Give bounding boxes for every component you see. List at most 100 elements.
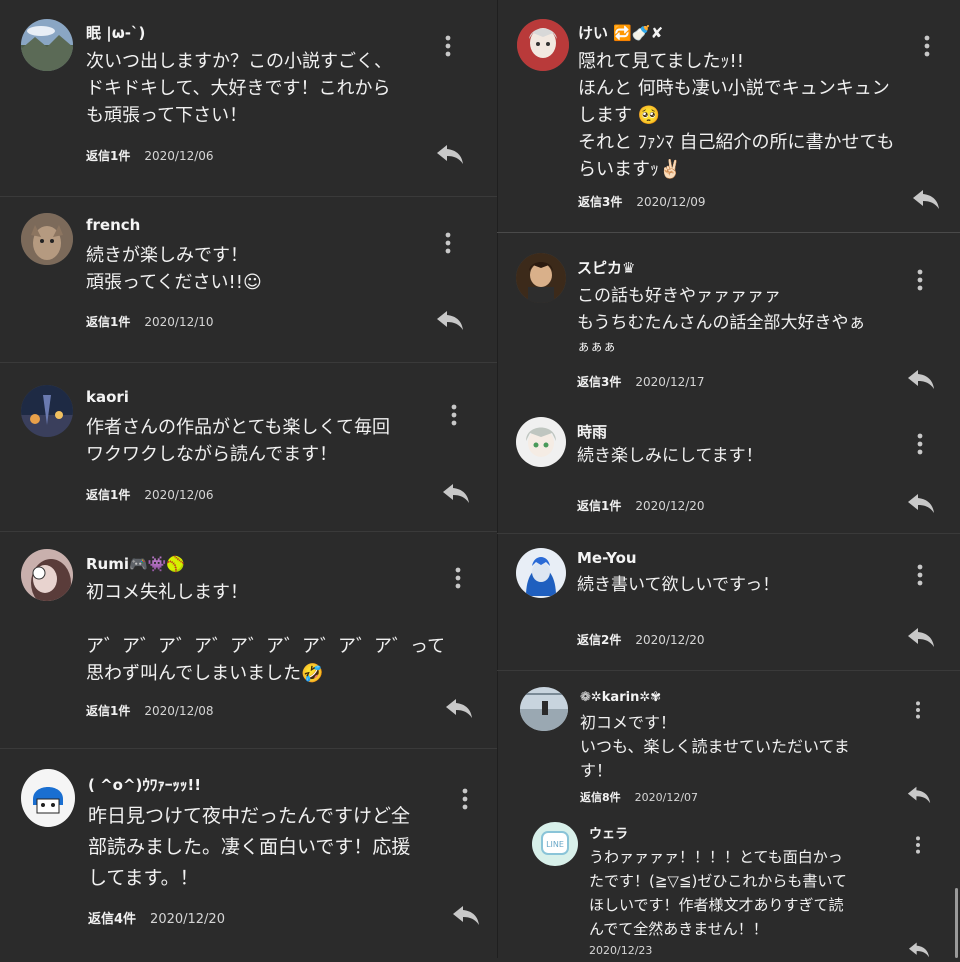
comment-date: 2020/12/23 [589,944,653,957]
reply-arrow-icon[interactable] [436,143,464,165]
comment-text: うわァァァァ！！！！とても面白かっ たです！(≧▽≦)ゼひこれからも書いて ほし… [589,848,847,938]
commenter-name[interactable]: Rumi🎮👾🥎 [86,555,185,573]
avatar[interactable] [21,19,73,71]
commenter-name[interactable]: french [86,216,140,234]
reply-arrow-icon[interactable] [907,941,931,958]
comment-card: 時雨 続き楽しみにしてます！ 返信1件 2020/12/20 [497,395,960,534]
more-options-icon[interactable] [911,835,925,855]
reply-arrow-icon[interactable] [452,904,480,926]
commenter-name[interactable]: ウェラ [589,823,628,842]
replies-count-link[interactable]: 返信1件 [86,704,130,718]
commenter-name[interactable]: ( ^o^)ｳﾜｧｰｯｯ!! [88,774,201,795]
more-options-icon[interactable] [450,566,466,590]
reply-arrow-icon[interactable] [907,492,935,514]
comments-column-left: 眠 |ω-`) 次いつ出しますか？この小説すごく、 ドキドキして、大好きです！こ… [0,0,497,958]
replies-count-link[interactable]: 返信1件 [86,315,130,329]
comment-text: 次いつ出しますか？この小説すごく、 ドキドキして、大好きです！これから も頑張っ… [86,51,392,126]
replies-count-link[interactable]: 返信3件 [577,375,621,389]
comment-meta: 返信1件 2020/12/06 [86,486,214,503]
avatar[interactable] [516,548,566,598]
commenter-name[interactable]: けい 🔁🍼✘ [578,22,663,43]
comment-meta: 返信1件 2020/12/10 [86,313,214,330]
comment-card: スピカ♛ この話も好きやァァァァァ もうちむたんさんの話全部大好きやぁ ぁぁぁ … [497,233,960,395]
commenter-name[interactable]: kaori [86,388,129,406]
comment-text: この話も好きやァァァァァ もうちむたんさんの話全部大好きやぁ ぁぁぁ [577,286,866,355]
comment-card: けい 🔁🍼✘ 隠れて見てましたｯ!! ほんと 何時も凄い小説でキュンキュン しま… [497,0,960,233]
comment-date: 2020/12/08 [144,704,214,718]
comment-meta: 返信8件 2020/12/07 [580,789,698,805]
commenter-name[interactable]: Me-You [577,549,637,567]
replies-count-link[interactable]: 返信1件 [577,499,621,513]
comment-date: 2020/12/20 [635,499,705,513]
comment-date: 2020/12/20 [635,633,705,647]
comment-meta: 返信2件 2020/12/20 [577,631,705,648]
reply-card: LINE ウェラ うわァァァァ！！！！とても面白かっ たです！(≧▽≦)ゼひこれ… [497,811,960,958]
comment-date: 2020/12/10 [144,315,214,329]
comment-card: Me-You 続き書いて欲しいですっ！ 返信2件 2020/12/20 [497,534,960,671]
comment-date: 2020/12/09 [636,195,706,209]
avatar[interactable] [520,687,568,731]
replies-count-link[interactable]: 返信1件 [86,488,130,502]
more-options-icon[interactable] [911,700,925,720]
comment-meta: 返信1件 2020/12/06 [86,147,214,164]
reply-arrow-icon[interactable] [907,368,935,390]
more-options-icon[interactable] [912,268,928,292]
comment-meta: 返信4件 2020/12/20 [88,908,225,927]
replies-count-link[interactable]: 返信2件 [577,633,621,647]
comment-meta: 返信1件 2020/12/08 [86,702,214,719]
more-options-icon[interactable] [446,403,462,427]
replies-count-link[interactable]: 返信1件 [86,149,130,163]
comment-card: french 続きが楽しみです！ 頑張ってください!!☺ 返信1件 2020/12… [0,197,497,363]
commenter-name[interactable]: 時雨 [577,421,607,442]
comment-card: ❁✲karin✲✾ 初コメです！ いつも、楽しく読ませていただいてま す！ 返信… [497,671,960,811]
comments-column-right: けい 🔁🍼✘ 隠れて見てましたｯ!! ほんと 何時も凄い小説でキュンキュン しま… [497,0,960,958]
comment-date: 2020/12/17 [635,375,705,389]
comment-text: 続き楽しみにしてます！ [577,446,763,466]
comment-text: 続き書いて欲しいですっ！ [577,575,780,595]
comment-meta: 返信3件 2020/12/09 [578,193,706,210]
replies-count-link[interactable]: 返信3件 [578,195,622,209]
commenter-name[interactable]: スピカ♛ [577,257,635,278]
replies-count-link[interactable]: 返信8件 [580,791,621,804]
comment-text: 初コメです！ いつも、楽しく読ませていただいてま す！ [580,713,850,780]
svg-text:LINE: LINE [546,840,564,849]
avatar[interactable]: LINE [532,822,578,866]
more-options-icon[interactable] [440,34,456,58]
comment-text: 作者さんの作品がとても楽しくて毎回 ワクワクしながら読んでます！ [86,417,391,465]
commenter-name[interactable]: ❁✲karin✲✾ [580,690,661,705]
reply-arrow-icon[interactable] [442,482,470,504]
more-options-icon[interactable] [919,34,935,58]
avatar[interactable] [517,19,569,71]
avatar[interactable] [21,213,73,265]
comment-card: ( ^o^)ｳﾜｧｰｯｯ!! 昨日見つけて夜中だったんですけど全 部読みました。… [0,749,497,958]
comment-text: 隠れて見てましたｯ!! ほんと 何時も凄い小説でキュンキュン します 🥺 それと… [578,51,895,180]
commenter-name[interactable]: 眠 |ω-`) [86,22,145,43]
more-options-icon[interactable] [912,432,928,456]
avatar[interactable] [21,385,73,437]
more-options-icon[interactable] [440,231,456,255]
more-options-icon[interactable] [457,787,473,811]
reply-arrow-icon[interactable] [445,697,473,719]
more-options-icon[interactable] [912,563,928,587]
comment-date: 2020/12/07 [634,791,699,804]
comment-meta: 2020/12/23 [589,944,652,957]
comment-date: 2020/12/06 [144,488,214,502]
reply-arrow-icon[interactable] [912,188,940,210]
comment-card: Rumi🎮👾🥎 初コメ失礼します！ ア゛ア゛ア゛ア゛ア゛ア゛ア゛ア゛ア゛って 思… [0,532,497,749]
avatar[interactable] [21,769,75,827]
replies-count-link[interactable]: 返信4件 [88,912,136,927]
comment-text: 初コメ失礼します！ ア゛ア゛ア゛ア゛ア゛ア゛ア゛ア゛ア゛って 思わず叫んでしまい… [86,582,446,684]
reply-arrow-icon[interactable] [436,309,464,331]
avatar[interactable] [516,417,566,467]
comment-text: 続きが楽しみです！ 頑張ってください!!☺ [86,245,262,293]
avatar[interactable] [516,253,566,303]
comment-date: 2020/12/06 [144,149,214,163]
comment-card: kaori 作者さんの作品がとても楽しくて毎回 ワクワクしながら読んでます！ 返… [0,363,497,532]
scrollbar[interactable] [955,888,958,958]
avatar[interactable] [21,549,73,601]
comment-meta: 返信3件 2020/12/17 [577,373,705,390]
reply-arrow-icon[interactable] [907,626,935,648]
comment-date: 2020/12/20 [150,912,225,927]
comment-meta: 返信1件 2020/12/20 [577,497,705,514]
reply-arrow-icon[interactable] [907,785,931,804]
